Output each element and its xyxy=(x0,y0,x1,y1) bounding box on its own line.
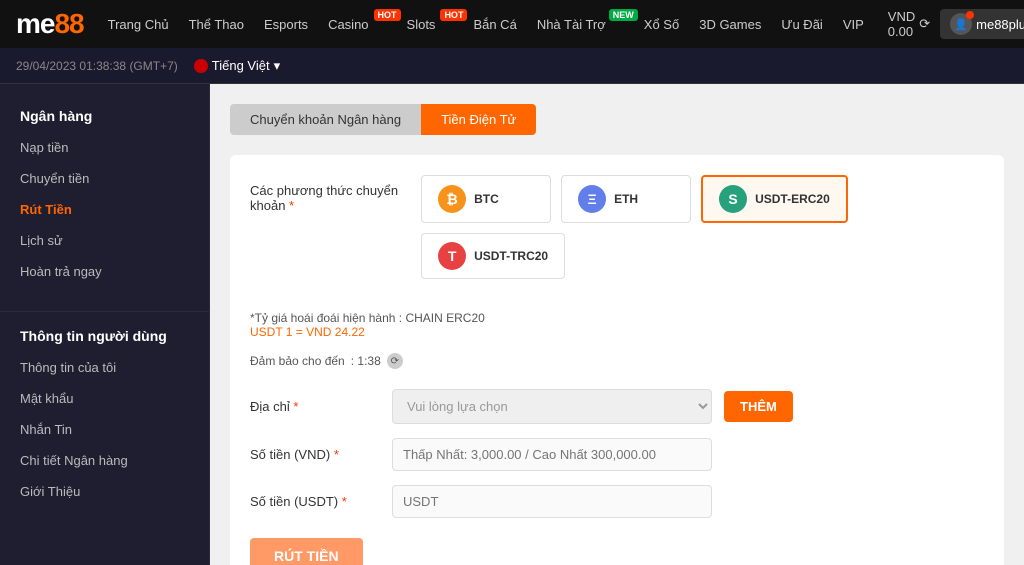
sidebar-item-thong-tin-cua-toi[interactable]: Thông tin của tôi xyxy=(0,352,209,383)
btc-icon: ₿ xyxy=(438,185,466,213)
sidebar-item-nap-tien[interactable]: Nạp tiền xyxy=(0,132,209,163)
so-tien-usdt-input[interactable] xyxy=(392,485,712,518)
tab-crypto[interactable]: Tiền Điện Tử xyxy=(421,104,536,135)
so-tien-vnd-label: Số tiền (VND) * xyxy=(250,447,380,462)
crypto-section-label: Các phương thức chuyển khoản * xyxy=(250,175,405,213)
so-tien-vnd-row: Số tiền (VND) * xyxy=(250,438,984,471)
rut-tien-button[interactable]: RÚT TIỀN xyxy=(250,538,363,565)
them-button[interactable]: THÊM xyxy=(724,391,793,422)
nav-uu-dai[interactable]: Ưu Đãi xyxy=(781,17,822,32)
main-layout: Ngân hàng Nạp tiền Chuyển tiền Rút Tiền … xyxy=(0,84,1024,565)
address-select[interactable]: Vui lòng lựa chọn xyxy=(392,389,712,424)
usdt-erc20-label: USDT-ERC20 xyxy=(755,192,830,206)
sidebar-item-chuyen-tien[interactable]: Chuyển tiền xyxy=(0,163,209,194)
nav-the-thao[interactable]: Thể Thao xyxy=(189,17,244,32)
tab-bar: Chuyển khoản Ngân hàng Tiền Điện Tử xyxy=(230,104,1004,135)
username-label: me88plus xyxy=(976,17,1024,32)
nav-right: VND 0.00 ⟳ 👤 me88plus ▾ ⋮⋮ NẠP TIỀN ĐĂNG… xyxy=(888,2,1024,46)
required-star: * xyxy=(289,198,294,213)
nav-esports[interactable]: Esports xyxy=(264,17,308,32)
rate-value: USDT 1 = VND 24.22 xyxy=(250,325,984,339)
notif-dot xyxy=(966,11,974,19)
form-section: Các phương thức chuyển khoản * ₿ BTC Ξ E… xyxy=(230,155,1004,565)
guarantee-row: Đảm bảo cho đến : 1:38 ⟳ xyxy=(250,353,984,369)
user-section: Thông tin người dùng Thông tin của tôi M… xyxy=(0,320,209,507)
sidebar-item-chi-tiet-ngan-hang[interactable]: Chi tiết Ngân hàng xyxy=(0,445,209,476)
nav-xo-so[interactable]: Xổ Số xyxy=(644,17,679,32)
flag-icon xyxy=(194,59,208,73)
submit-row: RÚT TIỀN xyxy=(250,532,984,565)
bank-section-title: Ngân hàng xyxy=(0,100,209,132)
content-area: Chuyển khoản Ngân hàng Tiền Điện Tử Các … xyxy=(210,84,1024,565)
so-tien-usdt-row: Số tiền (USDT) * xyxy=(250,485,984,518)
top-nav: me88 Trang Chủ Thể Thao Esports Casino H… xyxy=(0,0,1024,48)
crypto-usdt-erc20[interactable]: S USDT-ERC20 xyxy=(701,175,848,223)
nav-links: Trang Chủ Thể Thao Esports Casino HOT Sl… xyxy=(108,17,864,32)
crypto-usdt-trc20[interactable]: T USDT-TRC20 xyxy=(421,233,565,279)
usdt-trc20-label: USDT-TRC20 xyxy=(474,249,548,263)
crypto-btc[interactable]: ₿ BTC xyxy=(421,175,551,223)
balance-display: VND 0.00 ⟳ xyxy=(888,9,930,39)
casino-badge: HOT xyxy=(374,9,401,21)
sidebar-item-nhan-tin[interactable]: Nhắn Tin xyxy=(0,414,209,445)
sidebar-item-gioi-thieu[interactable]: Giới Thiệu xyxy=(0,476,209,507)
address-label: Địa chỉ * xyxy=(250,399,380,414)
eth-icon: Ξ xyxy=(578,185,606,213)
user-section-title: Thông tin người dùng xyxy=(0,320,209,352)
bank-section: Ngân hàng Nạp tiền Chuyển tiền Rút Tiền … xyxy=(0,100,209,287)
usdt-trc-icon: T xyxy=(438,242,466,270)
nav-nha-tai-tro[interactable]: Nhà Tài Trợ NEW xyxy=(537,17,624,32)
nav-3d-games[interactable]: 3D Games xyxy=(699,17,761,32)
nha-tai-tro-badge: NEW xyxy=(609,9,638,21)
guarantee-label: Đảm bảo cho đến xyxy=(250,354,345,368)
crypto-eth[interactable]: Ξ ETH xyxy=(561,175,691,223)
language-button[interactable]: Tiếng Việt ▾ xyxy=(194,58,280,74)
so-tien-vnd-input[interactable] xyxy=(392,438,712,471)
sidebar-divider xyxy=(0,311,209,312)
tab-bank-transfer[interactable]: Chuyển khoản Ngân hàng xyxy=(230,104,421,135)
datetime-display: 29/04/2023 01:38:38 (GMT+7) xyxy=(16,59,178,73)
nav-vip[interactable]: VIP xyxy=(843,17,864,32)
slots-badge: HOT xyxy=(440,9,467,21)
rate-note-text: *Tỷ giá hoái đoái hiện hành : CHAIN ERC2… xyxy=(250,311,984,325)
lang-chevron-icon: ▾ xyxy=(274,58,281,74)
refresh-icon[interactable]: ⟳ xyxy=(387,353,403,369)
logo: me88 xyxy=(16,8,84,40)
so-tien-usdt-label: Số tiền (USDT) * xyxy=(250,494,380,509)
nav-trang-chu[interactable]: Trang Chủ xyxy=(108,17,169,32)
nav-slots[interactable]: Slots HOT xyxy=(407,17,454,32)
usdt-erc-icon: S xyxy=(719,185,747,213)
eth-label: ETH xyxy=(614,192,638,206)
nav-casino[interactable]: Casino HOT xyxy=(328,17,386,32)
crypto-options: ₿ BTC Ξ ETH S USDT-ERC20 T USDT-TRC20 xyxy=(421,175,984,279)
balance-icon: ⟳ xyxy=(919,16,930,32)
guarantee-time: : 1:38 xyxy=(351,354,381,368)
sidebar: Ngân hàng Nạp tiền Chuyển tiền Rút Tiền … xyxy=(0,84,210,565)
sidebar-item-lich-su[interactable]: Lịch sử xyxy=(0,225,209,256)
sidebar-item-rut-tien[interactable]: Rút Tiền xyxy=(0,194,209,225)
sidebar-item-mat-khau[interactable]: Mật khẩu xyxy=(0,383,209,414)
nav-ban-ca[interactable]: Bắn Cá xyxy=(473,17,516,32)
user-badge: 👤 xyxy=(950,13,972,35)
btc-label: BTC xyxy=(474,192,499,206)
language-label: Tiếng Việt xyxy=(212,58,270,73)
rate-info: *Tỷ giá hoái đoái hiện hành : CHAIN ERC2… xyxy=(250,311,984,339)
address-row: Địa chỉ * Vui lòng lựa chọn THÊM xyxy=(250,389,984,424)
user-menu-button[interactable]: 👤 me88plus ▾ xyxy=(940,9,1024,39)
sidebar-item-hoan-tra-ngay[interactable]: Hoàn trả ngay xyxy=(0,256,209,287)
secondary-bar: 29/04/2023 01:38:38 (GMT+7) Tiếng Việt ▾ xyxy=(0,48,1024,84)
